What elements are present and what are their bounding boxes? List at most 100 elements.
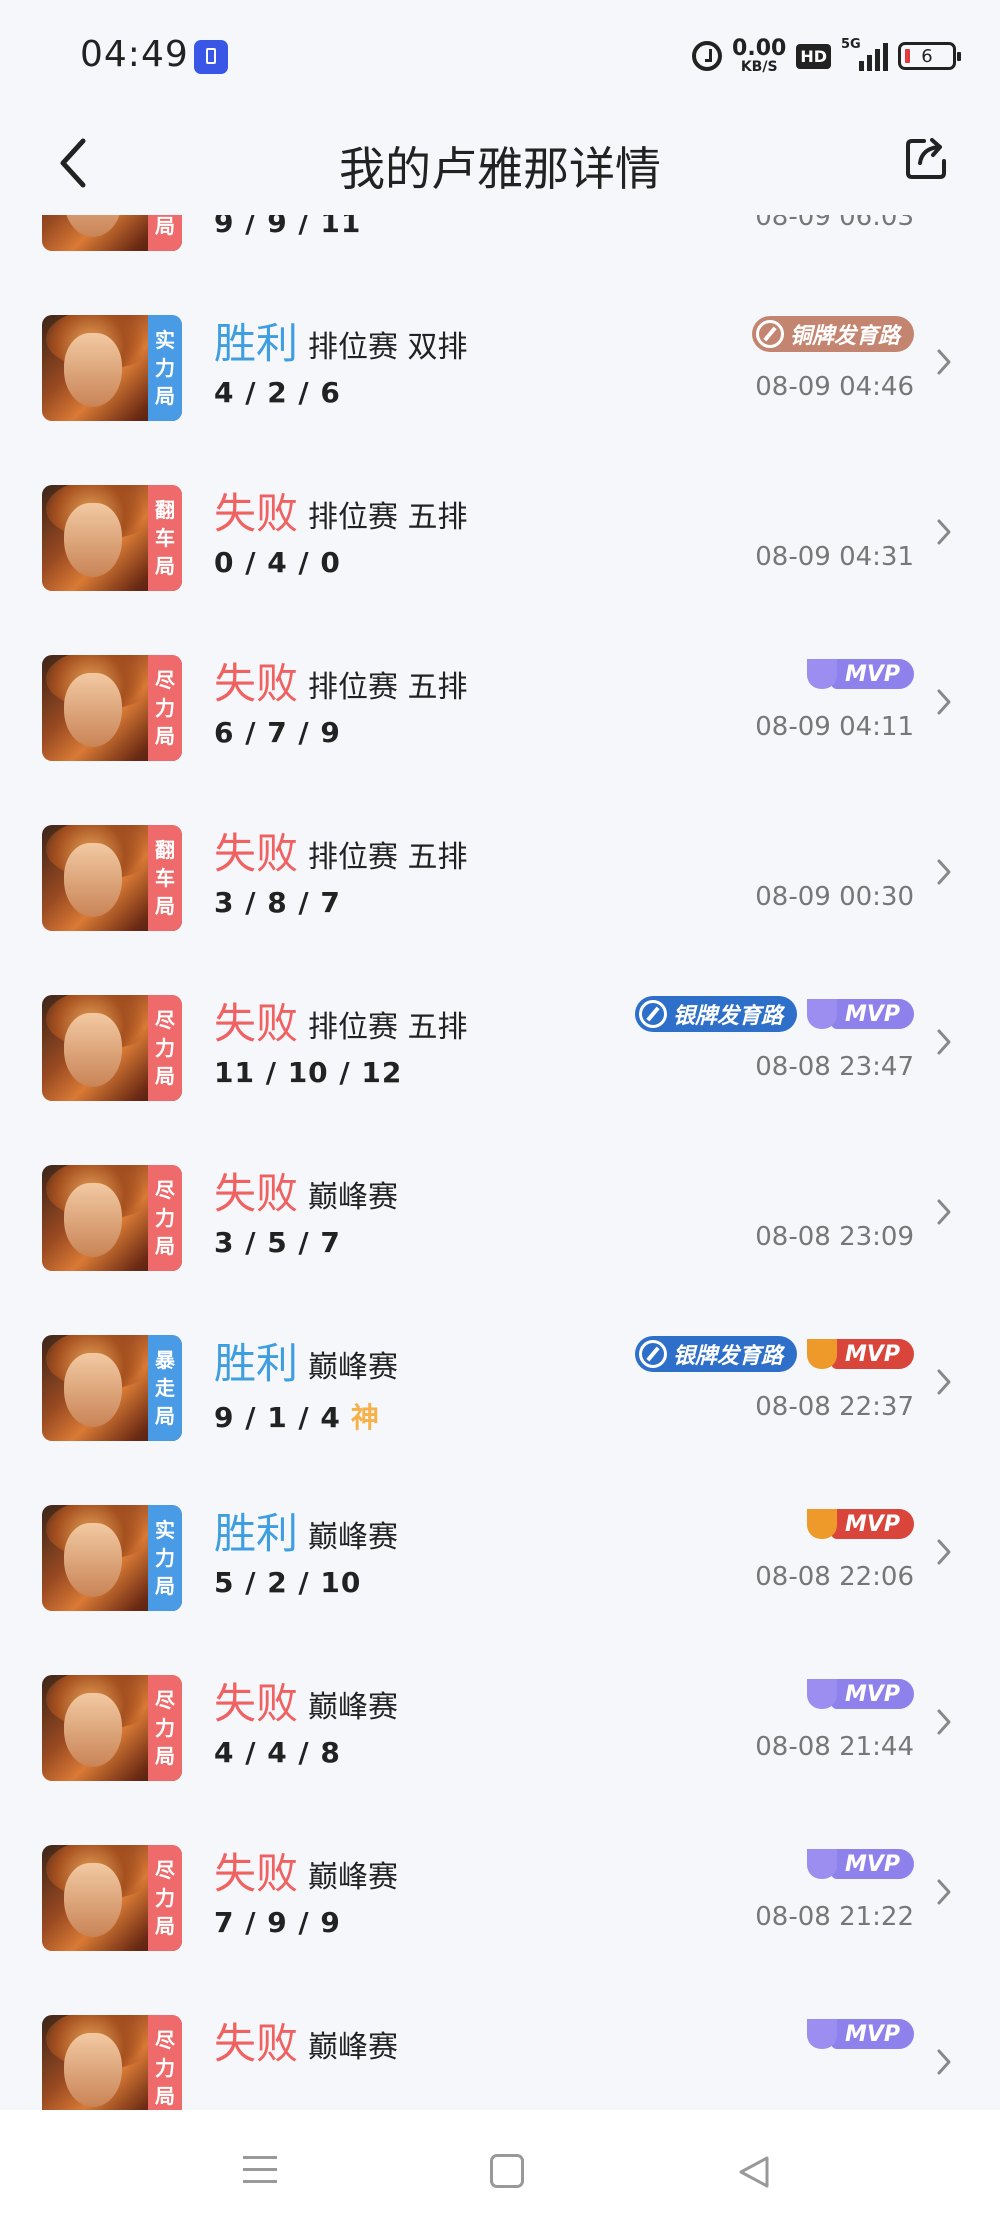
hero-avatar: 翻车局 (42, 825, 182, 931)
performance-tag-char: 尽 (155, 1858, 175, 1882)
hero-face (64, 1523, 122, 1597)
mvp-badge: MVP (806, 1336, 914, 1372)
match-kda: 4 / 2 / 6 (214, 376, 341, 409)
match-kda: 9 / 1 / 4 神 (214, 1396, 380, 1436)
match-time: 08-09 04:31 (755, 542, 914, 572)
match-row[interactable]: 尽力局失败 排位赛 五排 11 / 10 / 12 银牌发育路 MVP 08-08 23:… (0, 960, 1000, 1130)
hero-face (64, 215, 122, 237)
kda-value: 9 / 9 / 11 (214, 215, 362, 239)
mvp-label: MVP (830, 1509, 914, 1539)
match-mode: 巅峰赛 (308, 1520, 398, 1555)
chevron-right-icon[interactable] (936, 1368, 952, 1396)
network-speed-value: 0.00 (732, 36, 787, 61)
match-row[interactable]: 实力局胜利 排位赛 双排 4 / 2 / 6 铜牌发育路 08-09 04:46 (0, 280, 1000, 450)
match-row[interactable]: 暴走局胜利 巅峰赛 9 / 1 / 4 神银牌发育路 MVP 08-08 22:37 (0, 1300, 1000, 1470)
match-kda: 7 / 9 / 9 (214, 1906, 341, 1939)
match-result: 失败 (214, 2019, 299, 2068)
chevron-right-icon[interactable] (936, 2048, 952, 2076)
performance-tag: 翻车局 (148, 825, 182, 931)
match-kda: 0 / 4 / 0 (214, 546, 341, 579)
mvp-badge: MVP (806, 1506, 914, 1542)
match-row[interactable]: 尽力局失败排位赛 双排9 / 9 / 11铜牌发育路08-09 06:03 (0, 215, 1000, 280)
match-badges: 银牌发育路 MVP (634, 1336, 914, 1372)
trophy-icon (806, 1509, 837, 1539)
performance-tag-char: 局 (155, 384, 175, 408)
mvp-badge: MVP (806, 2016, 914, 2052)
back-triangle-icon[interactable] (735, 2152, 775, 2192)
battery-level: 6 (921, 45, 933, 67)
match-badges: MVP (806, 2016, 914, 2052)
kda-value: 3 / 5 / 7 (214, 1226, 341, 1259)
match-time: 08-08 22:06 (755, 1562, 914, 1592)
chevron-right-icon[interactable] (936, 858, 952, 886)
match-time: 08-08 23:09 (755, 1222, 914, 1252)
trophy-icon (806, 1679, 837, 1709)
system-navigation-bar (0, 2110, 1000, 2233)
flashlight-notification-icon (194, 40, 228, 74)
hero-face (64, 1353, 122, 1427)
match-mode: 巅峰赛 (308, 2030, 398, 2065)
chevron-right-icon[interactable] (936, 1538, 952, 1566)
hero-face (64, 333, 122, 407)
match-kda: 5 / 2 / 10 (214, 1566, 361, 1599)
match-badges: MVP (806, 1506, 914, 1542)
performance-tag-char: 车 (155, 526, 175, 550)
trophy-icon (806, 1339, 837, 1369)
match-row[interactable]: 尽力局失败 排位赛 五排 6 / 7 / 9 MVP 08-09 04:11 (0, 620, 1000, 790)
god-badge: 神 (350, 1401, 380, 1434)
match-row[interactable]: 尽力局失败 巅峰赛 MVP (0, 1980, 1000, 2110)
performance-tag: 尽力局 (148, 995, 182, 1101)
chevron-right-icon[interactable] (936, 1028, 952, 1056)
mvp-badge: MVP (806, 996, 914, 1032)
share-icon[interactable] (902, 133, 952, 183)
chevron-right-icon[interactable] (936, 518, 952, 546)
performance-tag-char: 尽 (155, 1178, 175, 1202)
performance-tag: 尽力局 (148, 655, 182, 761)
match-row[interactable]: 尽力局失败 巅峰赛 7 / 9 / 9 MVP 08-08 21:22 (0, 1810, 1000, 1980)
performance-tag-char: 力 (155, 1886, 175, 1910)
chevron-right-icon[interactable] (936, 1708, 952, 1736)
menu-icon[interactable] (243, 2156, 277, 2186)
kda-value: 6 / 7 / 9 (214, 716, 341, 749)
performance-tag-char: 局 (155, 215, 175, 238)
match-list[interactable]: 尽力局失败排位赛 双排9 / 9 / 11铜牌发育路08-09 06:03实力局… (0, 215, 1000, 2110)
match-row[interactable]: 实力局胜利 巅峰赛 5 / 2 / 10 MVP 08-08 22:06 (0, 1470, 1000, 1640)
performance-tag-char: 力 (155, 2056, 175, 2080)
match-row[interactable]: 尽力局失败 巅峰赛 3 / 5 / 7 08-08 23:09 (0, 1130, 1000, 1300)
chevron-right-icon[interactable] (936, 1198, 952, 1226)
match-kda: 9 / 9 / 11 (214, 215, 361, 239)
performance-tag: 尽力局 (148, 215, 182, 251)
match-row[interactable]: 翻车局失败 排位赛 五排 0 / 4 / 0 08-09 04:31 (0, 450, 1000, 620)
match-kda: 3 / 8 / 7 (214, 886, 341, 919)
performance-tag-char: 力 (155, 1036, 175, 1060)
chevron-right-icon[interactable] (936, 1878, 952, 1906)
lane-rank-badge: 铜牌发育路 (751, 316, 914, 352)
lane-rank-badge: 银牌发育路 (634, 996, 797, 1032)
status-indicators: 0.00 KB/S HD 5G 6 (692, 36, 961, 76)
home-square-icon[interactable] (490, 2154, 524, 2188)
network-speed: 0.00 KB/S (732, 36, 787, 75)
match-badges: MVP (806, 1846, 914, 1882)
match-row[interactable]: 翻车局失败 排位赛 五排 3 / 8 / 7 08-09 00:30 (0, 790, 1000, 960)
performance-tag-char: 实 (155, 1518, 175, 1542)
lane-icon (638, 1340, 667, 1368)
kda-value: 5 / 2 / 10 (214, 1566, 362, 1599)
match-time: 08-08 23:47 (755, 1052, 914, 1082)
match-row[interactable]: 尽力局失败 巅峰赛 4 / 4 / 8 MVP 08-08 21:44 (0, 1640, 1000, 1810)
match-time: 08-09 04:46 (755, 372, 914, 402)
lane-icon (638, 1000, 667, 1028)
match-time: 08-08 21:22 (755, 1902, 914, 1932)
match-result: 胜利 (214, 1339, 299, 1388)
hero-face (64, 1013, 122, 1087)
trophy-icon (806, 659, 837, 689)
performance-tag-char: 力 (155, 1546, 175, 1570)
chevron-right-icon[interactable] (936, 348, 952, 376)
performance-tag-char: 局 (155, 1574, 175, 1598)
performance-tag: 翻车局 (148, 485, 182, 591)
status-bar: 04:49 0.00 KB/S HD 5G 6 (0, 0, 1000, 115)
mvp-label: MVP (830, 999, 914, 1029)
match-time: 08-09 00:30 (755, 882, 914, 912)
hero-avatar: 暴走局 (42, 1335, 182, 1441)
chevron-right-icon[interactable] (936, 688, 952, 716)
hd-badge: HD (796, 43, 831, 69)
